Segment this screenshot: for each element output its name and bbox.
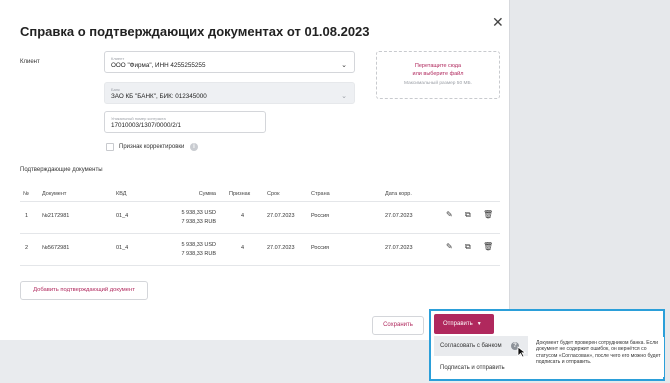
client-select-label: Клиент (111, 56, 125, 61)
contract-number-label: Уникальный номер контракта (111, 116, 166, 121)
bank-select: Банк ЗАО КБ "БАНК", БИК: 012345000 ⌄ (104, 82, 355, 104)
row-country: Россия (311, 245, 330, 251)
trash-icon[interactable]: 🗑 (483, 210, 493, 219)
documents-table: № Документ КВД Сумма Признак Срок Страна… (20, 185, 500, 266)
client-select-value: ООО "Фирма", ИНН 4255255255 (111, 62, 206, 69)
chevron-down-icon: ⌄ (341, 93, 347, 100)
column-header: КВД (116, 191, 127, 197)
dropzone-hint: Максимальный размер 50 МБ. (404, 81, 472, 86)
row-term: 27.07.2023 (267, 213, 295, 219)
column-header: № (23, 191, 29, 197)
trash-icon[interactable]: 🗑 (483, 242, 493, 251)
correction-label: Признак корректировки (119, 144, 185, 150)
edit-icon[interactable]: ✎ (446, 242, 453, 251)
column-header: Сумма (198, 191, 216, 197)
row-flag: 4 (241, 213, 245, 219)
row-date: 27.07.2023 (385, 213, 413, 219)
info-icon[interactable]: i (190, 143, 198, 151)
row-kvd: 01_4 (116, 213, 129, 219)
column-header: Документ (42, 191, 67, 197)
column-header: Признак (229, 191, 251, 197)
send-button-label: Отправить (443, 321, 473, 327)
menu-item-sign-and-send[interactable]: Подписать и отправить (434, 358, 528, 378)
row-document: №5672981 (42, 245, 70, 251)
row-sum-rub: 7 938,33 RUB (181, 219, 216, 225)
row-country: Россия (311, 213, 330, 219)
file-dropzone[interactable]: Перетащите сюда или выберите файл Максим… (376, 51, 500, 99)
contract-number-value: 17010003/1307/0000/2/1 (111, 122, 182, 129)
client-label: Клиент (20, 59, 40, 65)
table-row: 1 №2172981 01_4 5 938,33 USD 7 938,33 RU… (20, 202, 500, 234)
documents-section-title: Подтверждающие документы (20, 167, 103, 173)
dropzone-line2[interactable]: или выберите файл (377, 71, 499, 77)
row-number: 2 (25, 245, 29, 251)
correction-checkbox[interactable] (106, 143, 114, 151)
send-dropdown-menu: Согласовать с банком ? Подписать и отпра… (434, 336, 528, 379)
row-flag: 4 (241, 245, 245, 251)
table-row: 2 №5672981 01_4 5 938,33 USD 7 938,33 RU… (20, 234, 500, 266)
copy-icon[interactable]: ⧉ (465, 242, 471, 252)
copy-icon[interactable]: ⧉ (465, 210, 471, 220)
row-sum-usd: 5 938,33 USD (181, 242, 216, 248)
client-select[interactable]: Клиент ООО "Фирма", ИНН 4255255255 ⌄ (104, 51, 355, 73)
modal-title: Справка о подтверждающих документах от 0… (20, 24, 370, 39)
contract-number-field[interactable]: Уникальный номер контракта 17010003/1307… (104, 111, 266, 133)
row-sum: 5 938,33 USD 7 938,33 RUB (162, 241, 216, 259)
approve-tooltip: Документ будет проверен сотрудником банк… (531, 337, 664, 377)
column-header: Срок (267, 191, 280, 197)
menu-item-approve-with-bank[interactable]: Согласовать с банком ? (434, 336, 528, 356)
caret-down-icon: ▼ (476, 321, 482, 327)
row-term: 27.07.2023 (267, 245, 295, 251)
row-document: №2172981 (42, 213, 70, 219)
column-header: Страна (311, 191, 330, 197)
edit-icon[interactable]: ✎ (446, 210, 453, 219)
bank-select-label: Банк (111, 87, 120, 92)
row-kvd: 01_4 (116, 245, 129, 251)
send-button[interactable]: Отправить ▼ (434, 314, 494, 334)
column-header: Дата корр. (385, 191, 412, 197)
add-document-button[interactable]: Добавить подтверждающий документ (20, 281, 148, 300)
close-icon[interactable]: ✕ (492, 15, 504, 29)
row-date: 27.07.2023 (385, 245, 413, 251)
save-button[interactable]: Сохранить (372, 316, 424, 335)
row-sum-rub: 7 938,33 RUB (181, 251, 216, 257)
table-header: № Документ КВД Сумма Признак Срок Страна… (20, 185, 500, 202)
bank-select-value: ЗАО КБ "БАНК", БИК: 012345000 (111, 93, 207, 100)
dropzone-line1: Перетащите сюда (414, 63, 462, 69)
menu-item-label: Согласовать с банком (440, 343, 502, 349)
row-number: 1 (25, 213, 29, 219)
row-sum: 5 938,33 USD 7 938,33 RUB (162, 209, 216, 227)
mouse-cursor-icon (517, 346, 527, 358)
chevron-down-icon: ⌄ (341, 62, 347, 69)
row-sum-usd: 5 938,33 USD (181, 210, 216, 216)
